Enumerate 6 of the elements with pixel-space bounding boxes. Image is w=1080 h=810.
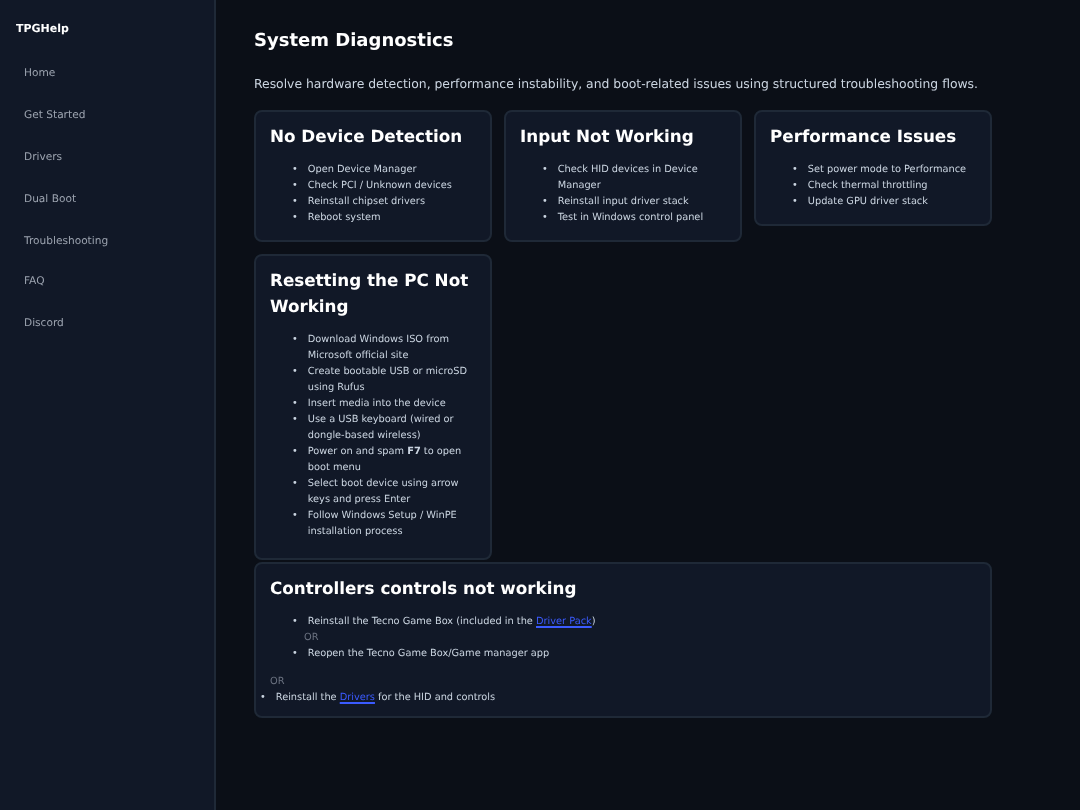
card-title: Performance Issues [770,123,959,150]
card-title: Controllers controls not working [270,575,579,600]
card-title: No Device Detection [270,123,465,150]
card-title: Input Not Working [520,123,696,150]
page-title: System Diagnostics [254,30,456,56]
card-title: Resetting the PC Not Working [270,267,471,320]
